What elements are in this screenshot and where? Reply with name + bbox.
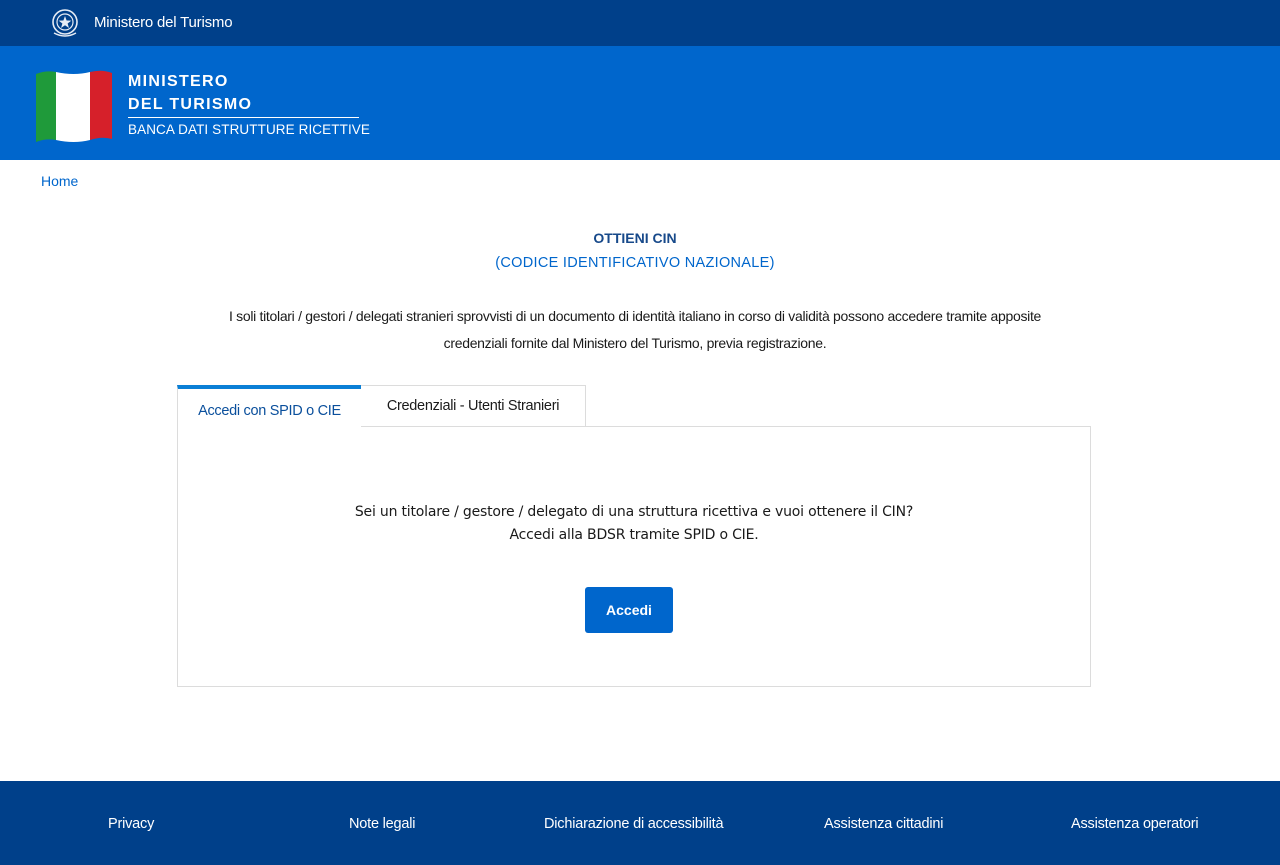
- intro-line-2: credenziali fornite dal Ministero del Tu…: [443, 335, 827, 351]
- republic-emblem-icon[interactable]: [50, 7, 80, 39]
- brand-divider: [128, 117, 359, 118]
- org-name-link[interactable]: Ministero del Turismo: [94, 14, 233, 31]
- brand-title-line1[interactable]: MINISTERO: [128, 73, 229, 91]
- panel-line-1: Sei un titolare / gestore / delegato di …: [354, 504, 914, 520]
- footer-link-accessibilita[interactable]: Dichiarazione di accessibilità: [544, 816, 724, 832]
- brand-title-line2[interactable]: DEL TURISMO: [128, 96, 252, 114]
- footer-link-note-legali[interactable]: Note legali: [349, 816, 416, 832]
- tab-spid-cie[interactable]: Accedi con SPID o CIE: [177, 385, 361, 428]
- site-footer: Privacy Note legali Dichiarazione di acc…: [0, 781, 1280, 865]
- page-subtitle: (CODICE IDENTIFICATIVO NAZIONALE): [495, 255, 775, 271]
- panel-line-2: Accedi alla BDSR tramite SPID o CIE.: [509, 527, 759, 543]
- intro-line-1: I soli titolari / gestori / delegati str…: [228, 308, 1042, 324]
- footer-link-privacy[interactable]: Privacy: [108, 816, 154, 832]
- top-bar: Ministero del Turismo: [0, 0, 1280, 46]
- intro-text: I soli titolari / gestori / delegati str…: [170, 303, 1100, 357]
- footer-link-assistenza-operatori[interactable]: Assistenza operatori: [1071, 816, 1199, 832]
- footer-link-assistenza-cittadini[interactable]: Assistenza cittadini: [824, 816, 944, 832]
- italian-flag-icon[interactable]: [36, 70, 112, 142]
- brand-subtitle[interactable]: BANCA DATI STRUTTURE RICETTIVE: [128, 122, 370, 137]
- tab-foreign-credentials[interactable]: Credenziali - Utenti Stranieri: [360, 385, 586, 427]
- accedi-button[interactable]: Accedi: [585, 587, 673, 633]
- breadcrumb-home[interactable]: Home: [41, 173, 78, 189]
- panel-message: Sei un titolare / gestore / delegato di …: [178, 501, 1090, 547]
- tab-panel: Sei un titolare / gestore / delegato di …: [177, 426, 1091, 687]
- site-header: MINISTERO DEL TURISMO BANCA DATI STRUTTU…: [0, 46, 1280, 160]
- page-title: OTTIENI CIN: [593, 230, 677, 246]
